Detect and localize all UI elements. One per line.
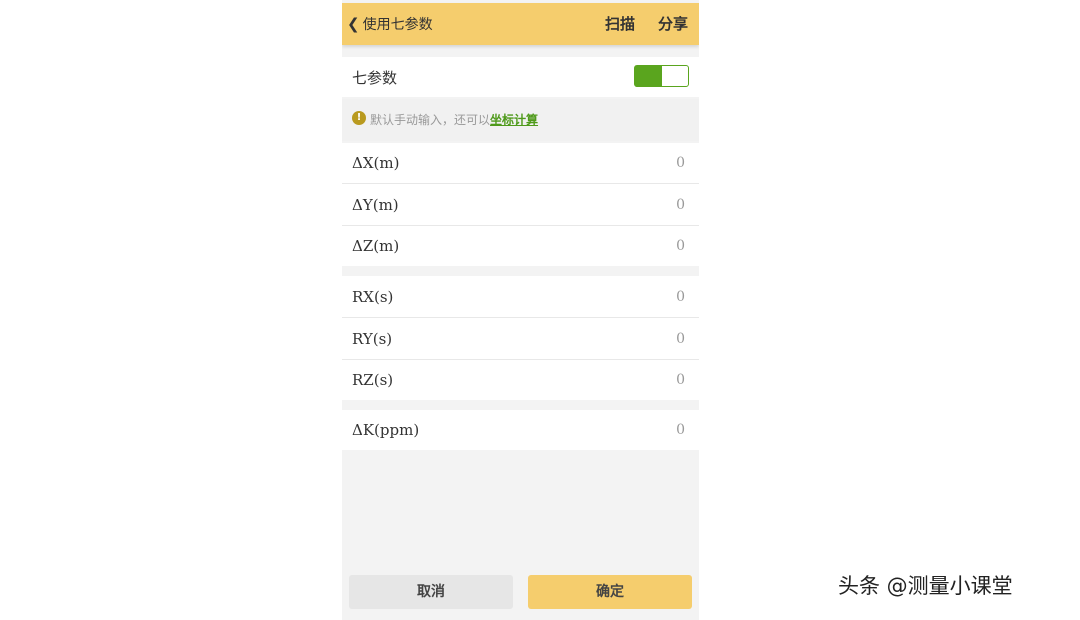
param-value[interactable]: 0 [676,226,685,266]
param-value[interactable]: 0 [676,143,685,183]
seven-param-toggle[interactable] [634,65,689,87]
param-value[interactable]: 0 [676,360,685,400]
toggle-on-indicator [635,66,662,86]
param-value[interactable]: 0 [676,276,685,317]
param-label: ΔZ(m) [352,237,400,255]
param-row-dk[interactable]: ΔK(ppm) 0 [342,410,699,450]
cancel-button[interactable]: 取消 [349,575,513,609]
info-icon: ! [352,111,366,125]
param-label: RZ(s) [352,371,394,389]
phone-screen: ❮ 使用七参数 扫描 分享 七参数 ! 默认手动输入，还可以坐标计算 ΔX(m)… [342,0,699,620]
back-title: 使用七参数 [362,17,433,33]
param-row-rx[interactable]: RX(s) 0 [342,276,699,317]
top-bar: ❮ 使用七参数 扫描 分享 [342,3,699,45]
param-label: RX(s) [352,287,394,306]
param-label: ΔX(m) [352,154,400,172]
param-row-dz[interactable]: ΔZ(m) 0 [342,226,699,266]
param-value[interactable]: 0 [676,318,685,359]
share-button[interactable]: 分享 [658,3,688,45]
param-label: ΔY(m) [352,195,399,214]
back-button[interactable]: ❮ 使用七参数 [347,3,433,45]
param-value[interactable]: 0 [676,184,685,225]
param-row-ry[interactable]: RY(s) 0 [342,318,699,359]
seven-param-row: 七参数 [342,57,699,97]
param-row-dx[interactable]: ΔX(m) 0 [342,143,699,183]
chevron-left-icon: ❮ [347,15,360,33]
param-row-rz[interactable]: RZ(s) 0 [342,360,699,400]
scan-button[interactable]: 扫描 [605,3,635,45]
param-value[interactable]: 0 [676,410,685,450]
param-label: RY(s) [352,329,393,348]
param-row-dy[interactable]: ΔY(m) 0 [342,184,699,225]
confirm-button[interactable]: 确定 [528,575,692,609]
hint-text: 默认手动输入，还可以坐标计算 [370,113,539,127]
param-label: ΔK(ppm) [352,421,420,439]
hint-row: ! 默认手动输入，还可以坐标计算 [342,99,699,141]
watermark: 头条 @测量小课堂 [838,574,1013,598]
coordinate-calc-link[interactable]: 坐标计算 [490,113,538,127]
seven-param-label: 七参数 [352,68,398,87]
